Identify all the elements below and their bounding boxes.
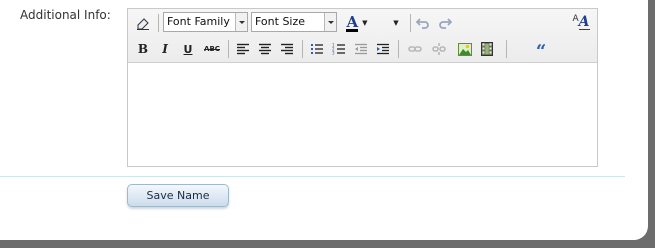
eraser-icon[interactable]: [134, 13, 152, 33]
undo-icon[interactable]: [414, 13, 432, 33]
styles-icon[interactable]: A A: [570, 13, 592, 33]
font-family-value: Font Family: [167, 15, 230, 28]
form-panel: Additional Info: Font Family Font Size A…: [0, 0, 648, 240]
chevron-down-icon[interactable]: [235, 13, 247, 31]
toolbar-row-1: Font Family Font Size A ▼ ▼ A A: [128, 11, 597, 35]
font-color-icon[interactable]: A ▼: [342, 13, 372, 33]
image-icon[interactable]: [456, 39, 474, 59]
editor-content-area[interactable]: [128, 63, 597, 166]
rich-text-editor[interactable]: Font Family Font Size A ▼ ▼ A A B I U AB…: [127, 8, 598, 167]
font-family-select[interactable]: Font Family: [163, 12, 248, 32]
unlink-icon[interactable]: [430, 39, 448, 59]
font-size-value: Font Size: [255, 15, 306, 28]
bold-button[interactable]: B: [134, 39, 152, 59]
toolbar-separator: [158, 14, 159, 32]
dropdown-arrow-icon[interactable]: ▼: [390, 13, 402, 33]
editor-toolbar: Font Family Font Size A ▼ ▼ A A B I U AB…: [128, 9, 597, 63]
redo-icon[interactable]: [436, 13, 454, 33]
toolbar-separator: [302, 40, 303, 58]
svg-text:3: 3: [332, 51, 335, 56]
italic-button[interactable]: I: [156, 39, 174, 59]
blockquote-icon[interactable]: “: [532, 39, 550, 61]
align-left-icon[interactable]: [234, 39, 252, 59]
align-center-icon[interactable]: [256, 39, 274, 59]
underline-button[interactable]: U: [179, 39, 197, 59]
toolbar-separator: [228, 40, 229, 58]
save-name-button[interactable]: Save Name: [127, 184, 229, 207]
chevron-down-icon[interactable]: [324, 13, 336, 31]
numbered-list-icon[interactable]: 123: [330, 39, 348, 59]
font-size-select[interactable]: Font Size: [251, 12, 337, 32]
chevron-down-icon[interactable]: ▼: [362, 19, 367, 27]
indent-icon[interactable]: [374, 39, 392, 59]
media-icon[interactable]: [478, 39, 496, 59]
form-divider: [0, 176, 625, 177]
toolbar-separator: [398, 40, 399, 58]
additional-info-label: Additional Info:: [20, 8, 111, 22]
link-icon[interactable]: [406, 39, 424, 59]
toolbar-row-2: B I U ABC 123 “: [128, 37, 597, 61]
align-right-icon[interactable]: [278, 39, 296, 59]
bullet-list-icon[interactable]: [308, 39, 326, 59]
outdent-icon[interactable]: [352, 39, 370, 59]
font-color-glyph: A: [346, 12, 359, 32]
toolbar-separator: [410, 14, 411, 32]
toolbar-separator: [506, 40, 507, 58]
strikethrough-button[interactable]: ABC: [201, 39, 223, 59]
